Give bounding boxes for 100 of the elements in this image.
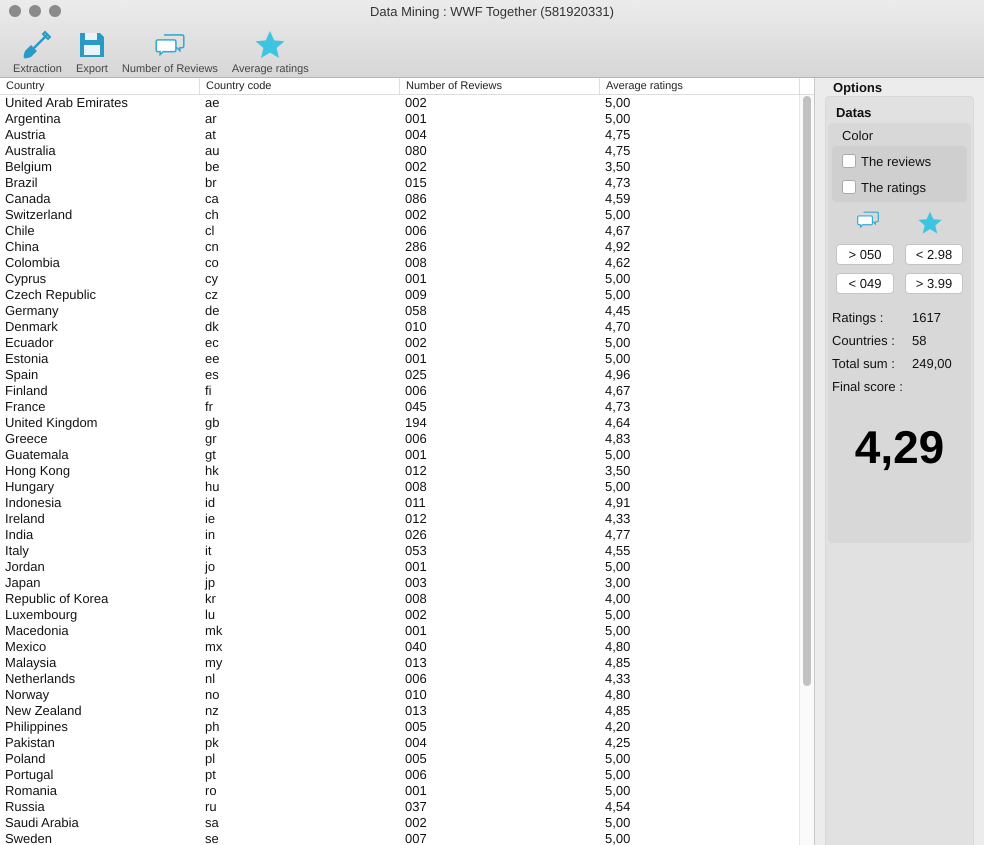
column-header[interactable]: Average ratings: [600, 78, 800, 94]
table-cell-text: 4,67: [604, 383, 632, 399]
table-cell-text: 4,73: [604, 399, 632, 415]
table-cell-text: 5,00: [604, 767, 632, 783]
table-cell-text: Argentina: [4, 111, 62, 127]
column-header[interactable]: Number of Reviews: [400, 78, 600, 94]
table-cell-text: 004: [404, 735, 428, 751]
table-cell-text: China: [4, 239, 40, 255]
checkbox[interactable]: [842, 180, 856, 194]
table-cell-text: 007: [404, 831, 428, 845]
table-cell-text: 006: [404, 767, 428, 783]
table-cell-text: 009: [404, 287, 428, 303]
filter-button[interactable]: > 050: [836, 244, 894, 265]
table-cell-text: 4,64: [604, 415, 632, 431]
table-cell-text: 4,33: [604, 671, 632, 687]
close-button[interactable]: [9, 5, 21, 17]
table-cell-text: 012: [404, 463, 428, 479]
stat-label: Ratings :: [832, 310, 884, 325]
table-cell-text: Italy: [4, 543, 30, 559]
filter-button[interactable]: > 3.99: [905, 273, 963, 294]
table-cell-text: dk: [204, 319, 220, 335]
table-cell-text: 5,00: [604, 607, 632, 623]
table-cell-text: au: [204, 143, 220, 159]
table-cell-text: fr: [204, 399, 214, 415]
table-cell-text: cz: [204, 287, 219, 303]
table-cell-text: pl: [204, 751, 216, 767]
table-cell-text: France: [4, 399, 46, 415]
table-cell-text: 011: [404, 495, 427, 511]
table-cell-text: sa: [204, 815, 220, 831]
toolbar-button[interactable]: Number of Reviews: [114, 23, 225, 75]
column-header[interactable]: Country: [0, 78, 200, 94]
table-cell-text: Mexico: [4, 639, 48, 655]
table-cell-text: Jordan: [4, 559, 46, 575]
table-cell-text: 002: [404, 95, 428, 111]
speech-bubbles-icon: [856, 210, 880, 230]
table-cell-text: 5,00: [604, 623, 632, 639]
table-cell-text: kr: [204, 591, 217, 607]
table-cell-text: es: [204, 367, 220, 383]
table-cell-text: 010: [404, 319, 428, 335]
table-cell-text: Cyprus: [4, 271, 48, 287]
table-cell-text: 4,85: [604, 703, 632, 719]
table-cell-text: it: [204, 543, 212, 559]
table-cell-text: 5,00: [604, 287, 632, 303]
table-cell-text: 4,73: [604, 175, 632, 191]
table-cell-text: jp: [204, 575, 216, 591]
table-cell-text: 286: [404, 239, 428, 255]
minimize-button[interactable]: [29, 5, 41, 17]
table-cell-text: 4,75: [604, 143, 632, 159]
table-cell-text: 004: [404, 127, 428, 143]
table-cell-text: Estonia: [4, 351, 50, 367]
toolbar-button[interactable]: Average ratings: [224, 23, 316, 75]
table-cell-text: Ecuador: [4, 335, 54, 351]
table-cell-text: 5,00: [604, 479, 632, 495]
table-cell-text: 005: [404, 719, 428, 735]
table-cell-text: fi: [204, 383, 212, 399]
table-cell-text: Hong Kong: [4, 463, 72, 479]
stat-label: Total sum :: [832, 356, 896, 371]
table-cell-text: United Kingdom: [4, 415, 98, 431]
table-cell-text: 3,00: [604, 575, 632, 591]
table-cell-text: 4,59: [604, 191, 632, 207]
table-cell-text: 002: [404, 607, 428, 623]
table-cell-text: 001: [404, 783, 428, 799]
zoom-button[interactable]: [49, 5, 61, 17]
table-cell-text: Sweden: [4, 831, 53, 845]
table-cell-text: se: [204, 831, 220, 845]
toolbar-button[interactable]: Export: [68, 23, 115, 75]
table-cell-text: 002: [404, 335, 428, 351]
table-cell-text: 008: [404, 591, 428, 607]
table-cell-text: mx: [204, 639, 224, 655]
filter-button[interactable]: < 2.98: [905, 244, 963, 265]
table-cell-text: Canada: [4, 191, 52, 207]
table-cell-text: Austria: [4, 127, 46, 143]
table-cell-text: Norway: [4, 687, 50, 703]
table-cell-text: 4,80: [604, 639, 632, 655]
table-cell-text: 5,00: [604, 831, 632, 845]
shovel-icon: [21, 29, 54, 61]
table-cell-text: Switzerland: [4, 207, 74, 223]
table-cell-text: 5,00: [604, 783, 632, 799]
table-cell-text: at: [204, 127, 217, 143]
checkbox[interactable]: [842, 154, 856, 168]
table-cell-text: mk: [204, 623, 224, 639]
table-cell-text: 010: [404, 687, 428, 703]
table-cell-text: Luxembourg: [4, 607, 78, 623]
stat-value: 58: [912, 333, 928, 348]
toolbar-button[interactable]: Extraction: [6, 23, 69, 75]
window-title: Data Mining : WWF Together (581920331): [370, 4, 614, 19]
stat-label: Final score :: [832, 378, 904, 394]
table-cell-text: Netherlands: [4, 671, 76, 687]
scrollbar-thumb[interactable]: [803, 96, 811, 686]
table-cell-text: Denmark: [4, 319, 59, 335]
column-header[interactable]: Country code: [200, 78, 400, 94]
filter-button[interactable]: < 049: [836, 273, 894, 294]
table-cell-text: 001: [404, 559, 428, 575]
table-cell-text: 4,91: [604, 495, 632, 511]
stat-value: 249,00: [912, 356, 953, 371]
table-cell-text: 4,00: [604, 591, 632, 607]
table-cell-text: 4,92: [604, 239, 632, 255]
table-cell-text: be: [204, 159, 220, 175]
table-cell-text: 006: [404, 671, 428, 687]
table-cell-text: 5,00: [604, 351, 632, 367]
